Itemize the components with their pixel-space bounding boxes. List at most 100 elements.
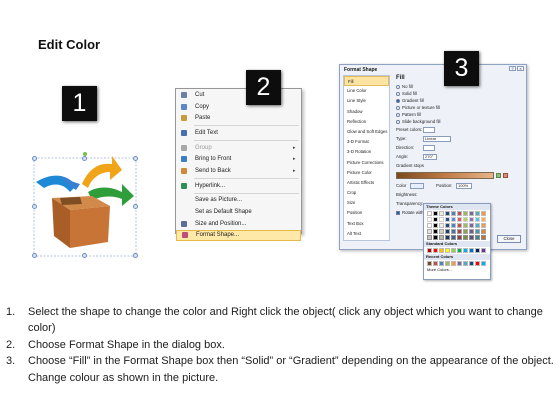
color-swatch[interactable] <box>445 223 450 228</box>
color-swatch[interactable] <box>433 223 438 228</box>
fill-option[interactable]: Solid fill <box>396 90 524 97</box>
color-swatch[interactable] <box>445 211 450 216</box>
color-swatch[interactable] <box>451 217 456 222</box>
color-swatch[interactable] <box>475 211 480 216</box>
color-swatch[interactable] <box>457 223 462 228</box>
fill-option[interactable]: Slide background fill <box>396 118 524 125</box>
color-swatch[interactable] <box>463 211 468 216</box>
radio-button[interactable] <box>396 119 400 124</box>
color-swatch[interactable] <box>451 235 456 240</box>
color-swatch[interactable] <box>457 248 462 253</box>
radio-button[interactable] <box>396 98 400 103</box>
gradient-stops-bar[interactable] <box>396 172 494 179</box>
selection-handle[interactable] <box>133 253 138 258</box>
selection-handle[interactable] <box>82 156 87 161</box>
color-swatch[interactable] <box>427 248 432 253</box>
radio-button[interactable] <box>396 84 400 89</box>
fill-option[interactable]: Picture or texture fill <box>396 104 524 111</box>
color-swatch[interactable] <box>481 229 486 234</box>
selection-handle[interactable] <box>32 156 37 161</box>
color-swatch[interactable] <box>481 211 486 216</box>
color-swatch[interactable] <box>427 235 432 240</box>
color-swatch[interactable] <box>433 235 438 240</box>
category-item[interactable]: Shadow <box>344 107 389 117</box>
radio-button[interactable] <box>396 91 400 96</box>
color-swatch[interactable] <box>457 235 462 240</box>
angle-input[interactable]: 270° <box>423 153 437 160</box>
color-swatch[interactable] <box>469 229 474 234</box>
color-picker-button[interactable] <box>410 182 424 189</box>
color-swatch[interactable] <box>445 235 450 240</box>
color-swatch[interactable] <box>439 217 444 222</box>
color-swatch[interactable] <box>457 211 462 216</box>
menu-item-cut[interactable]: Cut <box>176 89 301 101</box>
color-swatch[interactable] <box>445 248 450 253</box>
color-swatch[interactable] <box>469 248 474 253</box>
category-item[interactable]: Line Color <box>344 86 389 96</box>
color-swatch[interactable] <box>439 229 444 234</box>
color-swatch[interactable] <box>481 248 486 253</box>
fill-option[interactable]: Gradient fill <box>396 97 524 104</box>
category-item[interactable]: Reflection <box>344 117 389 127</box>
add-stop-icon[interactable] <box>496 173 501 178</box>
preset-colors-dropdown[interactable] <box>423 126 435 133</box>
category-item[interactable]: Position <box>344 208 389 218</box>
category-item[interactable]: Alt Text <box>344 229 389 239</box>
menu-item-copy[interactable]: Copy <box>176 101 301 113</box>
category-item[interactable]: Line Style <box>344 96 389 106</box>
color-swatch[interactable] <box>457 217 462 222</box>
direction-dropdown[interactable] <box>423 144 435 151</box>
color-swatch[interactable] <box>463 248 468 253</box>
menu-item-send-to-back[interactable]: Send to Back ▸ <box>176 165 301 177</box>
help-button[interactable]: ? <box>509 66 516 71</box>
radio-button[interactable] <box>396 112 400 117</box>
color-swatch[interactable] <box>475 229 480 234</box>
color-swatch[interactable] <box>427 211 432 216</box>
color-swatch[interactable] <box>469 217 474 222</box>
position-input[interactable]: 100% <box>456 182 472 189</box>
menu-item-paste[interactable]: Paste <box>176 112 301 124</box>
close-button[interactable]: Close <box>497 235 521 243</box>
selection-handle[interactable] <box>133 204 138 209</box>
selection-handle[interactable] <box>32 204 37 209</box>
color-swatch[interactable] <box>451 261 456 266</box>
color-swatch[interactable] <box>469 223 474 228</box>
category-item[interactable]: Artistic Effects <box>344 178 389 188</box>
radio-button[interactable] <box>396 105 400 110</box>
color-swatch[interactable] <box>451 229 456 234</box>
color-swatch[interactable] <box>427 223 432 228</box>
color-swatch[interactable] <box>463 217 468 222</box>
color-swatch[interactable] <box>445 261 450 266</box>
menu-item-size-and-position[interactable]: Size and Position... <box>176 218 301 230</box>
color-swatch[interactable] <box>433 211 438 216</box>
color-swatch[interactable] <box>475 261 480 266</box>
fill-option[interactable]: Pattern fill <box>396 111 524 118</box>
menu-item-save-as-picture[interactable]: Save as Picture... <box>176 195 301 207</box>
category-item[interactable]: Picture Corrections <box>344 158 389 168</box>
color-swatch[interactable] <box>439 248 444 253</box>
color-swatch[interactable] <box>475 217 480 222</box>
color-swatch[interactable] <box>463 229 468 234</box>
category-item[interactable]: 3-D Rotation <box>344 147 389 157</box>
color-swatch[interactable] <box>433 261 438 266</box>
menu-item-set-as-default-shape[interactable]: Set as Default Shape <box>176 206 301 218</box>
selection-handle[interactable] <box>32 253 37 258</box>
color-swatch[interactable] <box>469 261 474 266</box>
color-swatch[interactable] <box>439 261 444 266</box>
color-swatch[interactable] <box>475 248 480 253</box>
color-swatch[interactable] <box>439 211 444 216</box>
menu-item-format-shape[interactable]: Format Shape... <box>176 229 301 242</box>
type-select[interactable]: Linear <box>423 135 451 142</box>
color-swatch[interactable] <box>463 261 468 266</box>
color-swatch[interactable] <box>475 223 480 228</box>
color-swatch[interactable] <box>451 211 456 216</box>
color-swatch[interactable] <box>445 229 450 234</box>
color-swatch[interactable] <box>433 217 438 222</box>
color-swatch[interactable] <box>469 235 474 240</box>
color-swatch[interactable] <box>481 217 486 222</box>
rotate-checkbox[interactable] <box>396 210 400 215</box>
more-colors-link[interactable]: More Colors... <box>424 267 490 273</box>
selected-shape[interactable] <box>30 152 150 264</box>
menu-item-group[interactable]: Group ▸ <box>176 142 301 154</box>
selection-handle[interactable] <box>133 156 138 161</box>
